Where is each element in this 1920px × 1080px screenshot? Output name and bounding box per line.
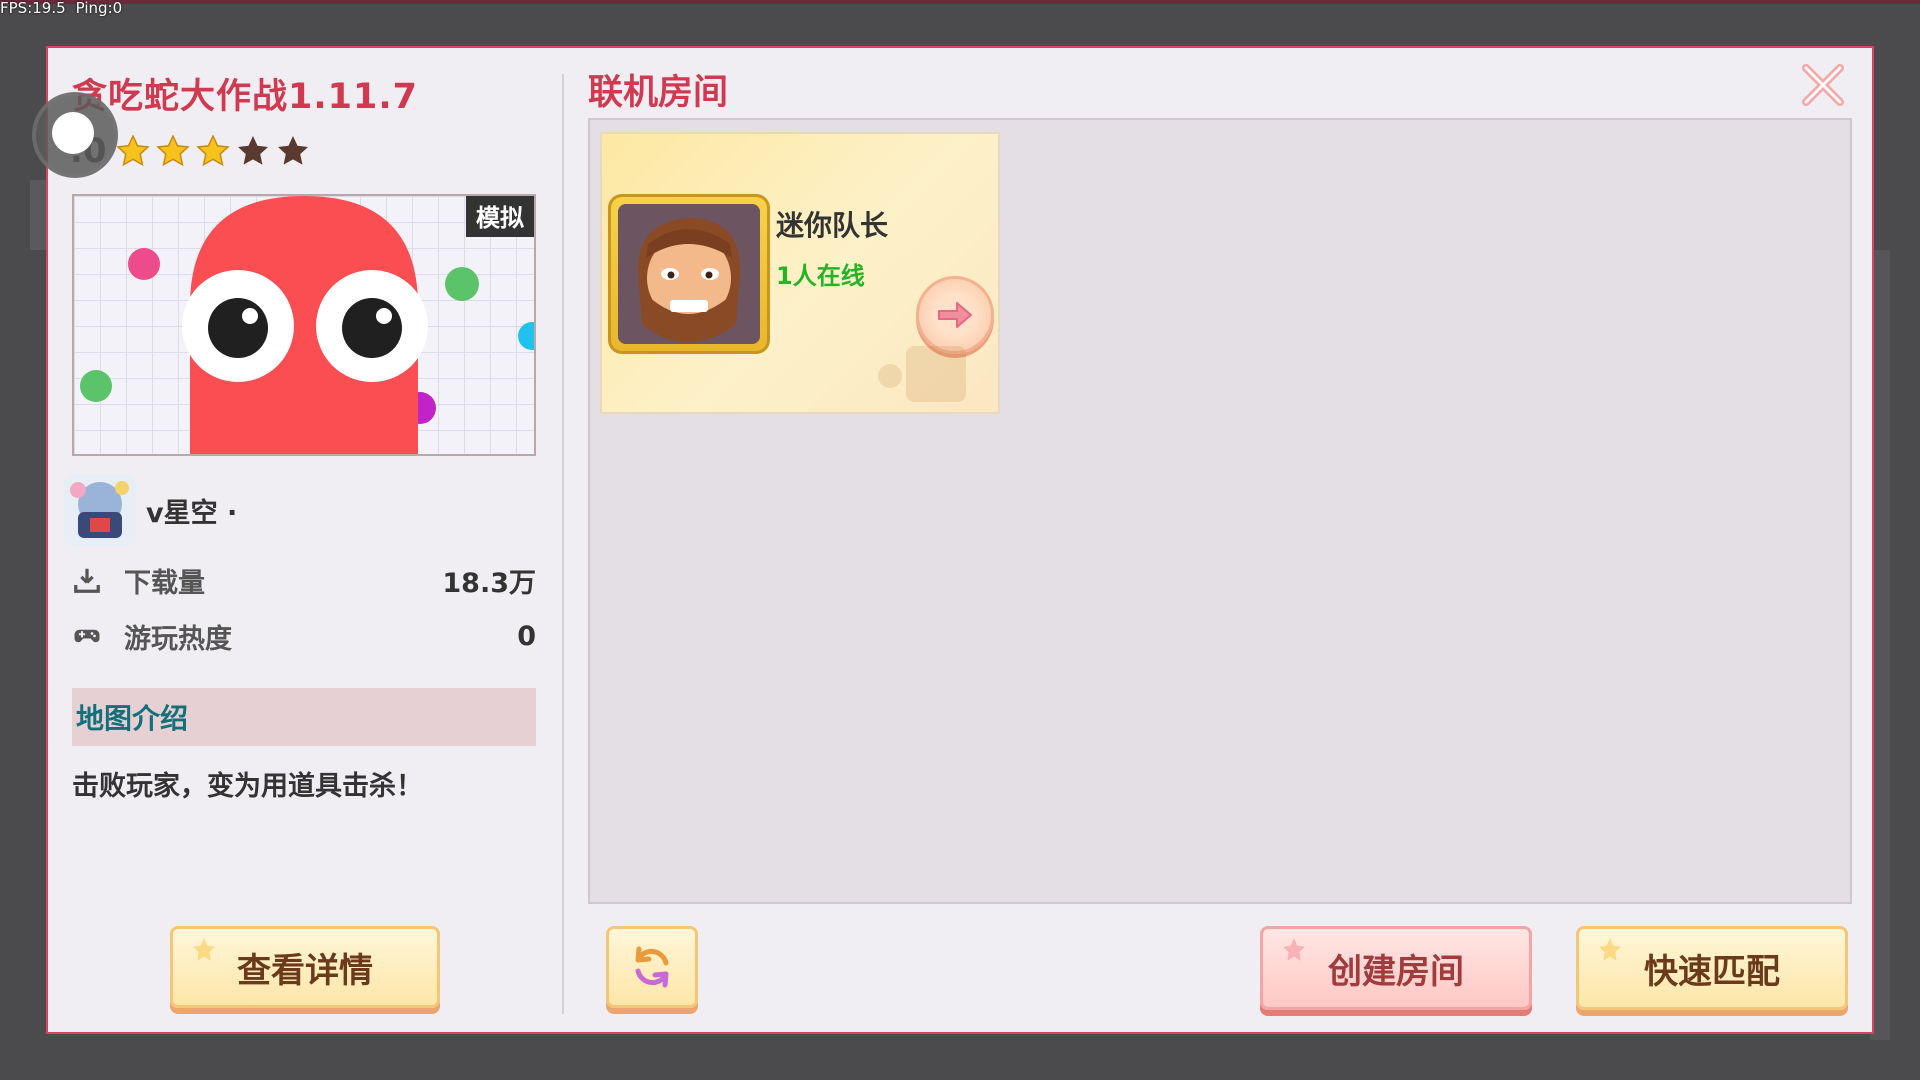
sparkle-icon [1283, 938, 1305, 961]
refresh-button[interactable] [606, 926, 698, 1008]
mode-tag: 模拟 [466, 196, 534, 237]
rooms-title: 联机房间 [588, 73, 729, 113]
room-host-avatar-frame [608, 194, 770, 354]
author-avatar[interactable] [64, 474, 136, 546]
intro-text: 击败玩家，变为用道具击杀！ [72, 771, 423, 802]
create-room-label: 创建房间 [1328, 951, 1464, 992]
top-border [0, 0, 1920, 4]
heat-row: 游玩热度 0 [72, 616, 536, 656]
author-name: v星空 · [146, 497, 238, 529]
room-online-count: 1人在线 [776, 262, 865, 290]
sparkle-icon [193, 938, 215, 961]
downloads-value: 18.3万 [442, 567, 536, 599]
room-host-avatar [618, 204, 760, 344]
room-list[interactable]: 迷你队长 1人在线 [588, 118, 1852, 904]
view-details-label: 查看详情 [237, 950, 373, 991]
debug-overlay: FPS:19.5 Ping:0 [0, 0, 132, 16]
create-room-button[interactable]: 创建房间 [1260, 926, 1532, 1010]
column-divider [562, 74, 564, 1014]
gamepad-icon [74, 629, 100, 643]
star-empty-icon [277, 136, 308, 165]
downloads-label: 下载量 [124, 567, 205, 599]
map-preview-image: 模拟 [72, 194, 536, 456]
heat-value: 0 [517, 620, 536, 652]
heat-label: 游玩热度 [124, 623, 232, 655]
card-decoration [878, 346, 966, 402]
quick-match-button[interactable]: 快速匹配 [1576, 926, 1848, 1010]
room-name: 迷你队长 [776, 209, 889, 242]
map-title: 贪吃蛇大作战1.11.7 [72, 77, 419, 117]
arrow-right-icon [938, 302, 972, 328]
rating-stars [115, 133, 311, 169]
map-dialog: 贪吃蛇大作战1.11.7 .0 模拟 [32, 46, 1874, 1034]
sparkle-icon [1599, 938, 1621, 961]
download-icon [74, 568, 100, 593]
star-icon [155, 134, 190, 167]
touch-indicator [32, 92, 118, 178]
intro-header: 地图介绍 [72, 688, 536, 746]
author-row[interactable]: v星空 · [64, 474, 237, 546]
star-icon [115, 134, 150, 167]
fps-readout: FPS:19.5 [0, 0, 66, 17]
close-icon[interactable] [1798, 60, 1848, 110]
room-card[interactable]: 迷你队长 1人在线 [600, 132, 1000, 414]
quick-match-label: 快速匹配 [1644, 951, 1780, 992]
downloads-row: 下载量 18.3万 [72, 560, 536, 600]
star-empty-icon [237, 136, 268, 165]
refresh-icon [635, 946, 669, 988]
star-icon [195, 134, 230, 167]
ping-readout: Ping:0 [75, 0, 123, 17]
view-details-button[interactable]: 查看详情 [170, 926, 440, 1008]
